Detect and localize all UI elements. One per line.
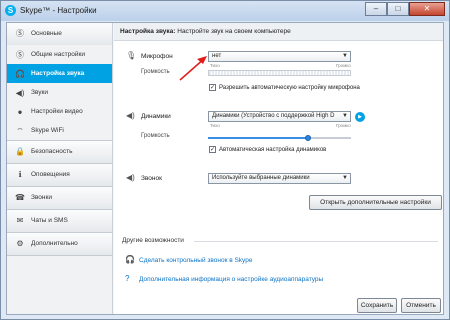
client-area: Ⓢ Основные Ⓢ Общие настройки 🎧 Настройка… [6, 22, 444, 315]
sidebar-item-general[interactable]: Ⓢ Основные [7, 23, 112, 45]
sidebar-group-security: 🔒 Безопасность [7, 141, 112, 164]
sidebar-group-general: Ⓢ Основные Ⓢ Общие настройки 🎧 Настройка… [7, 23, 112, 141]
sidebar-item-general-settings[interactable]: Ⓢ Общие настройки [7, 45, 112, 64]
sidebar-item-label: Чаты и SMS [31, 217, 68, 224]
open-more-settings-button[interactable]: Открыть дополнительные настройки [309, 195, 442, 210]
ringer-select[interactable]: Используйте выбранные динамики ▼ [208, 173, 351, 184]
maximize-button[interactable]: □ [387, 2, 409, 16]
ringer-speaker-icon: ◀) [126, 173, 135, 182]
speakers-volume-slider-fill [208, 137, 309, 139]
info-icon: ℹ [18, 170, 22, 179]
sidebar-item-notifications[interactable]: ℹ Оповещения [7, 164, 112, 186]
sidebar-item-label: Настройка звука [31, 70, 85, 77]
sidebar: Ⓢ Основные Ⓢ Общие настройки 🎧 Настройка… [7, 23, 113, 314]
speakers-auto-checkbox[interactable]: ✓ [209, 146, 216, 153]
phone-icon: ☎ [15, 193, 25, 202]
speakers-volume-label: Громкость [141, 133, 170, 139]
sidebar-item-skype-wifi[interactable]: ⌔ Skype WiFi [7, 121, 112, 140]
window-title: Skype™ - Настройки [20, 6, 97, 15]
microphone-auto-label: Разрешить автоматическую настройку микро… [219, 85, 360, 91]
skype-icon: Ⓢ [16, 29, 24, 38]
cancel-button[interactable]: Отменить [401, 298, 441, 313]
sidebar-item-chats-sms[interactable]: ✉ Чаты и SMS [7, 210, 112, 232]
sidebar-item-label: Настройки видео [31, 108, 83, 115]
ringer-selected-value: Используйте выбранные динамики [212, 175, 310, 181]
speakers-label: Динамики [141, 113, 171, 120]
microphone-label: Микрофон [141, 53, 173, 60]
sidebar-item-label: Звуки [31, 89, 48, 96]
chevron-down-icon: ▼ [342, 113, 348, 119]
speaker-icon: ◀) [126, 111, 135, 120]
audio-help-link[interactable]: Дополнительная информация о настройке ау… [139, 276, 323, 283]
headset-icon: 🎧 [15, 69, 25, 78]
wifi-icon: ⌔ [16, 126, 24, 135]
play-test-sound-button[interactable]: ▶ [355, 112, 365, 122]
panel-header-text: Настройте звук на своем компьютере [175, 28, 291, 35]
gear-icon: ⚙ [16, 239, 24, 248]
chevron-down-icon: ▼ [342, 175, 348, 181]
sidebar-item-video-settings[interactable]: ● Настройки видео [7, 102, 112, 121]
sidebar-item-label: Звонки [31, 194, 52, 201]
chevron-down-icon: ▼ [342, 53, 348, 59]
speakers-auto-label: Автоматическая настройка динамиков [219, 147, 327, 153]
microphone-level-meter [208, 70, 351, 76]
microphone-selected-value: нет [212, 53, 222, 59]
speaker-icon: ◀) [15, 88, 25, 97]
speakers-selected-value: Динамики (Устройство с поддержкой High D [212, 113, 335, 119]
speakers-quiet-label: Тихо [210, 123, 220, 128]
skype-icon: S [5, 5, 16, 16]
microphone-icon: 🎙 [126, 51, 137, 60]
skype-icon: Ⓢ [16, 50, 24, 59]
microphone-quiet-label: Тихо [210, 63, 220, 68]
window-controls: – □ ✕ [365, 2, 445, 17]
test-call-link[interactable]: Сделать контрольный звонок в Skype [139, 257, 253, 264]
microphone-loud-label: Громко [336, 63, 351, 68]
title-bar[interactable]: S Skype™ - Настройки – □ ✕ [1, 1, 449, 21]
settings-window: S Skype™ - Настройки – □ ✕ Ⓢ Основные Ⓢ … [0, 0, 450, 320]
sidebar-item-sounds[interactable]: ◀) Звуки [7, 83, 112, 102]
speakers-volume-slider-thumb[interactable] [305, 135, 312, 141]
sidebar-item-advanced[interactable]: ⚙ Дополнительно [7, 233, 112, 255]
chat-icon: ✉ [16, 216, 24, 225]
ringer-label: Звонок [141, 175, 162, 182]
audio-settings-panel: Настройка звука: Настройте звук на своем… [114, 23, 443, 314]
panel-header: Настройка звука: Настройте звук на своем… [114, 23, 443, 41]
sidebar-item-label: Оповещения [31, 171, 70, 178]
sidebar-item-label: Основные [31, 30, 62, 37]
microphone-auto-checkbox[interactable]: ✓ [209, 84, 216, 91]
speakers-select[interactable]: Динамики (Устройство с поддержкой High D… [208, 111, 351, 122]
close-button[interactable]: ✕ [409, 2, 445, 16]
sidebar-item-security[interactable]: 🔒 Безопасность [7, 141, 112, 163]
headset-icon: 🎧 [125, 255, 135, 264]
sidebar-item-audio-settings[interactable]: 🎧 Настройка звука [7, 64, 112, 83]
sidebar-group-calls: ☎ Звонки [7, 187, 112, 210]
other-features-title: Другие возможности [122, 237, 184, 244]
sidebar-item-label: Общие настройки [31, 51, 85, 58]
save-button[interactable]: Сохранить [357, 298, 397, 313]
other-features-divider [194, 241, 438, 242]
sidebar-item-calls[interactable]: ☎ Звонки [7, 187, 112, 209]
camera-icon: ● [17, 107, 23, 116]
lock-icon: 🔒 [15, 147, 25, 156]
sidebar-item-label: Skype WiFi [31, 127, 64, 134]
panel-header-title: Настройка звука: [120, 28, 176, 35]
sidebar-group-notifications: ℹ Оповещения [7, 164, 112, 187]
microphone-volume-label: Громкость [141, 69, 170, 75]
speakers-loud-label: Громко [336, 123, 351, 128]
sidebar-item-label: Дополнительно [31, 240, 78, 247]
sidebar-group-advanced: ⚙ Дополнительно [7, 233, 112, 256]
sidebar-group-chats: ✉ Чаты и SMS [7, 210, 112, 233]
sidebar-item-label: Безопасность [31, 148, 73, 155]
microphone-select[interactable]: нет ▼ [208, 51, 351, 62]
help-icon: ? [125, 274, 130, 283]
minimize-button[interactable]: – [365, 2, 387, 16]
